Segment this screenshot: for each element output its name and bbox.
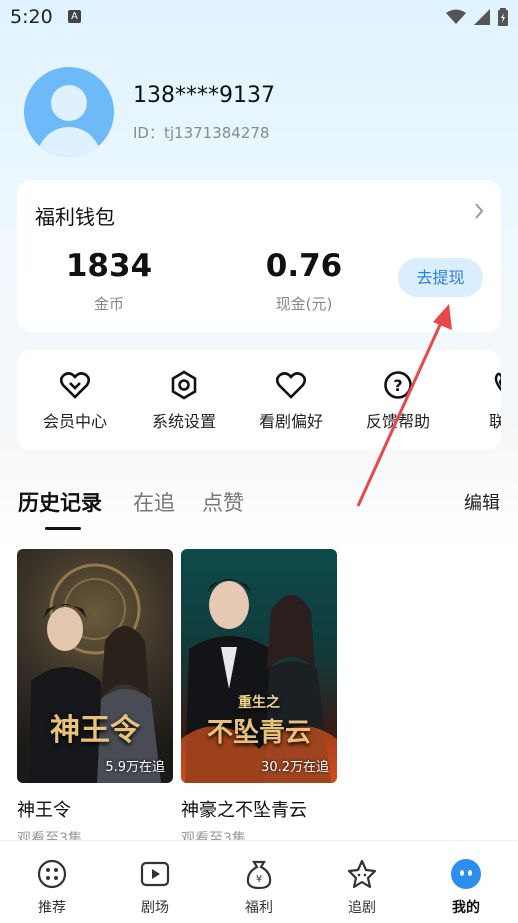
menu-item-contact[interactable]: 联系 [455,368,501,432]
poster-title-art: 神王令 [50,713,140,748]
a-icon: A [68,10,81,23]
menu-item-preference[interactable]: 看剧偏好 [241,368,341,432]
svg-text:¥: ¥ [256,874,262,885]
heart-icon [276,372,306,399]
drama-title: 神豪之不坠青云 [181,800,307,821]
user-phone: 138****9137 [133,83,275,108]
default-avatar-icon [51,85,87,121]
poster-title-art: 重生之 不坠青云 [206,695,311,748]
withdraw-button[interactable]: 去提现 [398,258,483,297]
nav-welfare[interactable]: ¥ 福利 [224,857,294,917]
active-tab-indicator [45,527,81,530]
help-icon: ? [384,371,412,399]
nav-recommend[interactable]: 推荐 [17,857,87,917]
svg-text:?: ? [393,376,402,395]
signal-icon [474,9,490,25]
play-icon [140,861,170,887]
menu-item-vip[interactable]: 会员中心 [25,368,125,432]
menu-item-help[interactable]: ? 反馈帮助 [348,368,448,432]
poster-image[interactable]: 重生之 不坠青云 30.2万在追 [181,549,337,783]
cash-label: 现金(元) [275,295,333,313]
money-bag-icon: ¥ [246,860,272,890]
dice-icon [37,859,67,889]
vip-heart-icon [60,372,90,399]
menu-card: 会员中心 系统设置 看剧偏好 ? 反馈帮助 联系 [17,350,501,450]
edit-button[interactable]: 编辑 [464,489,500,515]
star-icon [347,859,377,889]
status-bar: 5:20 A [0,0,518,36]
coin-balance: 1834 [65,248,153,284]
wallet-title: 福利钱包 [35,205,115,229]
gear-icon [171,370,197,400]
profile-face-icon [451,859,481,889]
poster-image[interactable]: 神王令 5.9万在追 [17,549,173,783]
bottom-nav: 推荐 剧场 ¥ 福利 追剧 我的 [0,840,518,923]
wifi-icon [446,9,466,24]
menu-item-settings[interactable]: 系统设置 [134,368,234,432]
history-item[interactable]: 重生之 不坠青云 30.2万在追 神豪之不坠青云 观看至3集 [181,549,337,848]
status-time: 5:20 [10,6,53,28]
user-id: ID：tj1371384278 [133,124,270,142]
follow-count: 30.2万在追 [261,760,329,775]
follow-count: 5.9万在追 [105,760,165,775]
nav-profile[interactable]: 我的 [431,857,501,917]
phone-icon [494,372,501,392]
tab-history[interactable]: 历史记录 [18,487,102,517]
nav-theater[interactable]: 剧场 [120,857,190,917]
cash-balance: 0.76 [265,248,343,284]
battery-icon [498,8,508,26]
chevron-right-icon[interactable] [473,202,485,220]
wallet-card[interactable]: 福利钱包 1834 金币 0.76 现金(元) 去提现 [17,180,501,332]
drama-title: 神王令 [17,800,71,821]
tab-following[interactable]: 在追 [133,487,175,517]
tab-liked[interactable]: 点赞 [202,487,244,517]
nav-following[interactable]: 追剧 [327,857,397,917]
history-item[interactable]: 神王令 5.9万在追 神王令 观看至3集 [17,549,173,848]
coin-label: 金币 [93,295,124,313]
avatar[interactable] [24,67,114,157]
